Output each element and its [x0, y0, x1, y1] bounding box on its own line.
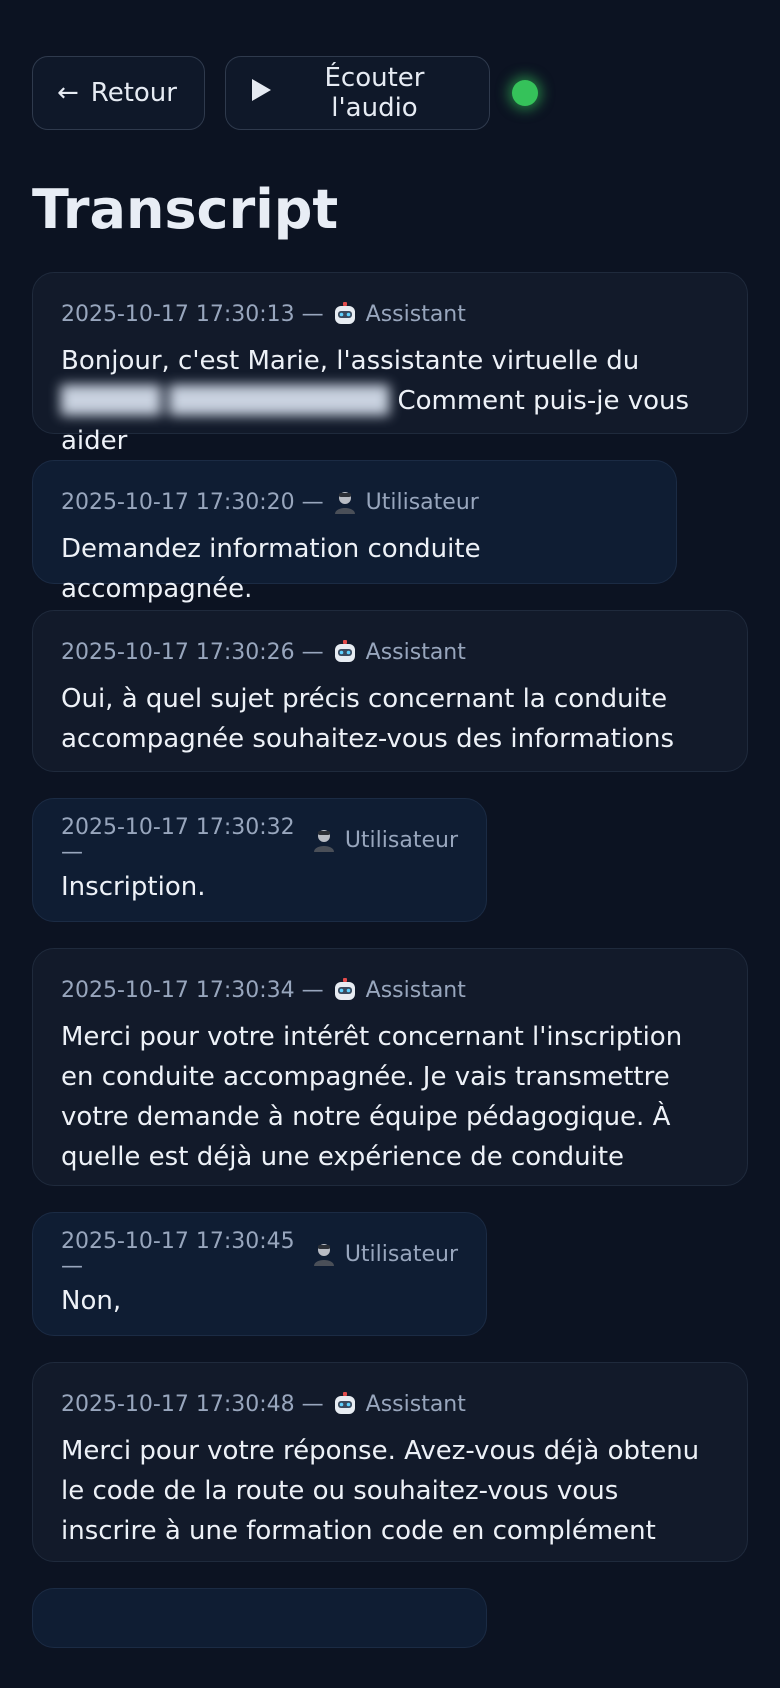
transcript-list: 2025-10-17 17:30:13 — Assistant Bonjour,… — [32, 272, 748, 1648]
message-meta: 2025-10-17 17:30:48 — Assistant — [61, 1389, 719, 1419]
message-timestamp: 2025-10-17 17:30:13 — — [61, 301, 324, 327]
message-user: 2025-10-17 17:30:20 — Utilisateur Demand… — [32, 460, 677, 604]
robot-icon — [332, 1391, 358, 1417]
user-icon — [311, 827, 337, 853]
message-assistant: 2025-10-17 17:30:48 — Assistant Merci po… — [32, 1362, 748, 1562]
message-timestamp: 2025-10-17 17:30:26 — — [61, 639, 324, 665]
message-text: Bonjour, c'est Marie, l'assistante virtu… — [61, 346, 690, 456]
message-timestamp: 2025-10-17 17:30:34 — — [61, 977, 324, 1003]
message-text: Non, — [61, 1286, 122, 1316]
message-meta: 2025-10-17 17:30:32 — Utilisateur — [61, 815, 458, 865]
message-assistant: 2025-10-17 17:30:34 — Assistant Merci po… — [32, 948, 748, 1186]
back-label: Retour — [90, 78, 177, 108]
robot-icon — [332, 301, 358, 327]
message-timestamp: 2025-10-17 17:30:32 — — [61, 815, 295, 865]
play-icon — [250, 78, 272, 109]
play-audio-button[interactable]: Écouter l'audio — [225, 56, 490, 130]
arrow-left-icon: ← — [57, 78, 79, 108]
message-assistant: 2025-10-17 17:30:13 — Assistant Bonjour,… — [32, 272, 748, 456]
status-indicator — [512, 80, 538, 106]
message-user: 2025-10-17 17:30:45 — Utilisateur Non, — [32, 1212, 487, 1336]
robot-icon — [332, 639, 358, 665]
message-text: Demandez information conduite accompagné… — [61, 534, 481, 604]
message-timestamp: 2025-10-17 17:30:20 — — [61, 489, 324, 515]
message-role: Assistant — [365, 639, 466, 665]
page-title: Transcript — [32, 178, 339, 241]
robot-icon — [332, 977, 358, 1003]
message-timestamp: 2025-10-17 17:30:48 — — [61, 1391, 324, 1417]
message-user: 2025-10-17 17:30:32 — Utilisateur Inscri… — [32, 798, 487, 922]
message-text: Inscription. — [61, 872, 206, 902]
user-icon — [332, 489, 358, 515]
message-role: Utilisateur — [344, 827, 458, 853]
message-role: Utilisateur — [344, 1241, 458, 1267]
audio-label: Écouter l'audio — [324, 63, 425, 123]
message-user-partial — [32, 1588, 487, 1648]
message-meta: 2025-10-17 17:30:45 — Utilisateur — [61, 1229, 458, 1279]
message-meta: 2025-10-17 17:30:34 — Assistant — [61, 975, 719, 1005]
message-meta: 2025-10-17 17:30:26 — Assistant — [61, 637, 719, 667]
message-role: Assistant — [365, 977, 466, 1003]
message-timestamp: 2025-10-17 17:30:45 — — [61, 1229, 295, 1279]
message-text: Oui, à quel sujet précis concernant la c… — [61, 684, 675, 754]
message-text: Merci pour votre réponse. Avez-vous déjà… — [61, 1436, 700, 1546]
message-meta: 2025-10-17 17:30:20 — Utilisateur — [61, 487, 648, 517]
message-assistant: 2025-10-17 17:30:26 — Assistant Oui, à q… — [32, 610, 748, 772]
message-role: Utilisateur — [365, 489, 479, 515]
toolbar: ← Retour Écouter l'audio — [32, 56, 748, 130]
user-icon — [311, 1241, 337, 1267]
message-meta: 2025-10-17 17:30:13 — Assistant — [61, 299, 719, 329]
transcript-page: ← Retour Écouter l'audio Transcript 2025… — [0, 0, 780, 1688]
message-role: Assistant — [365, 1391, 466, 1417]
redacted-text: █████ ███████████ — [61, 386, 390, 416]
message-text: Merci pour votre intérêt concernant l'in… — [61, 1022, 683, 1172]
back-button[interactable]: ← Retour — [32, 56, 205, 130]
message-role: Assistant — [365, 301, 466, 327]
